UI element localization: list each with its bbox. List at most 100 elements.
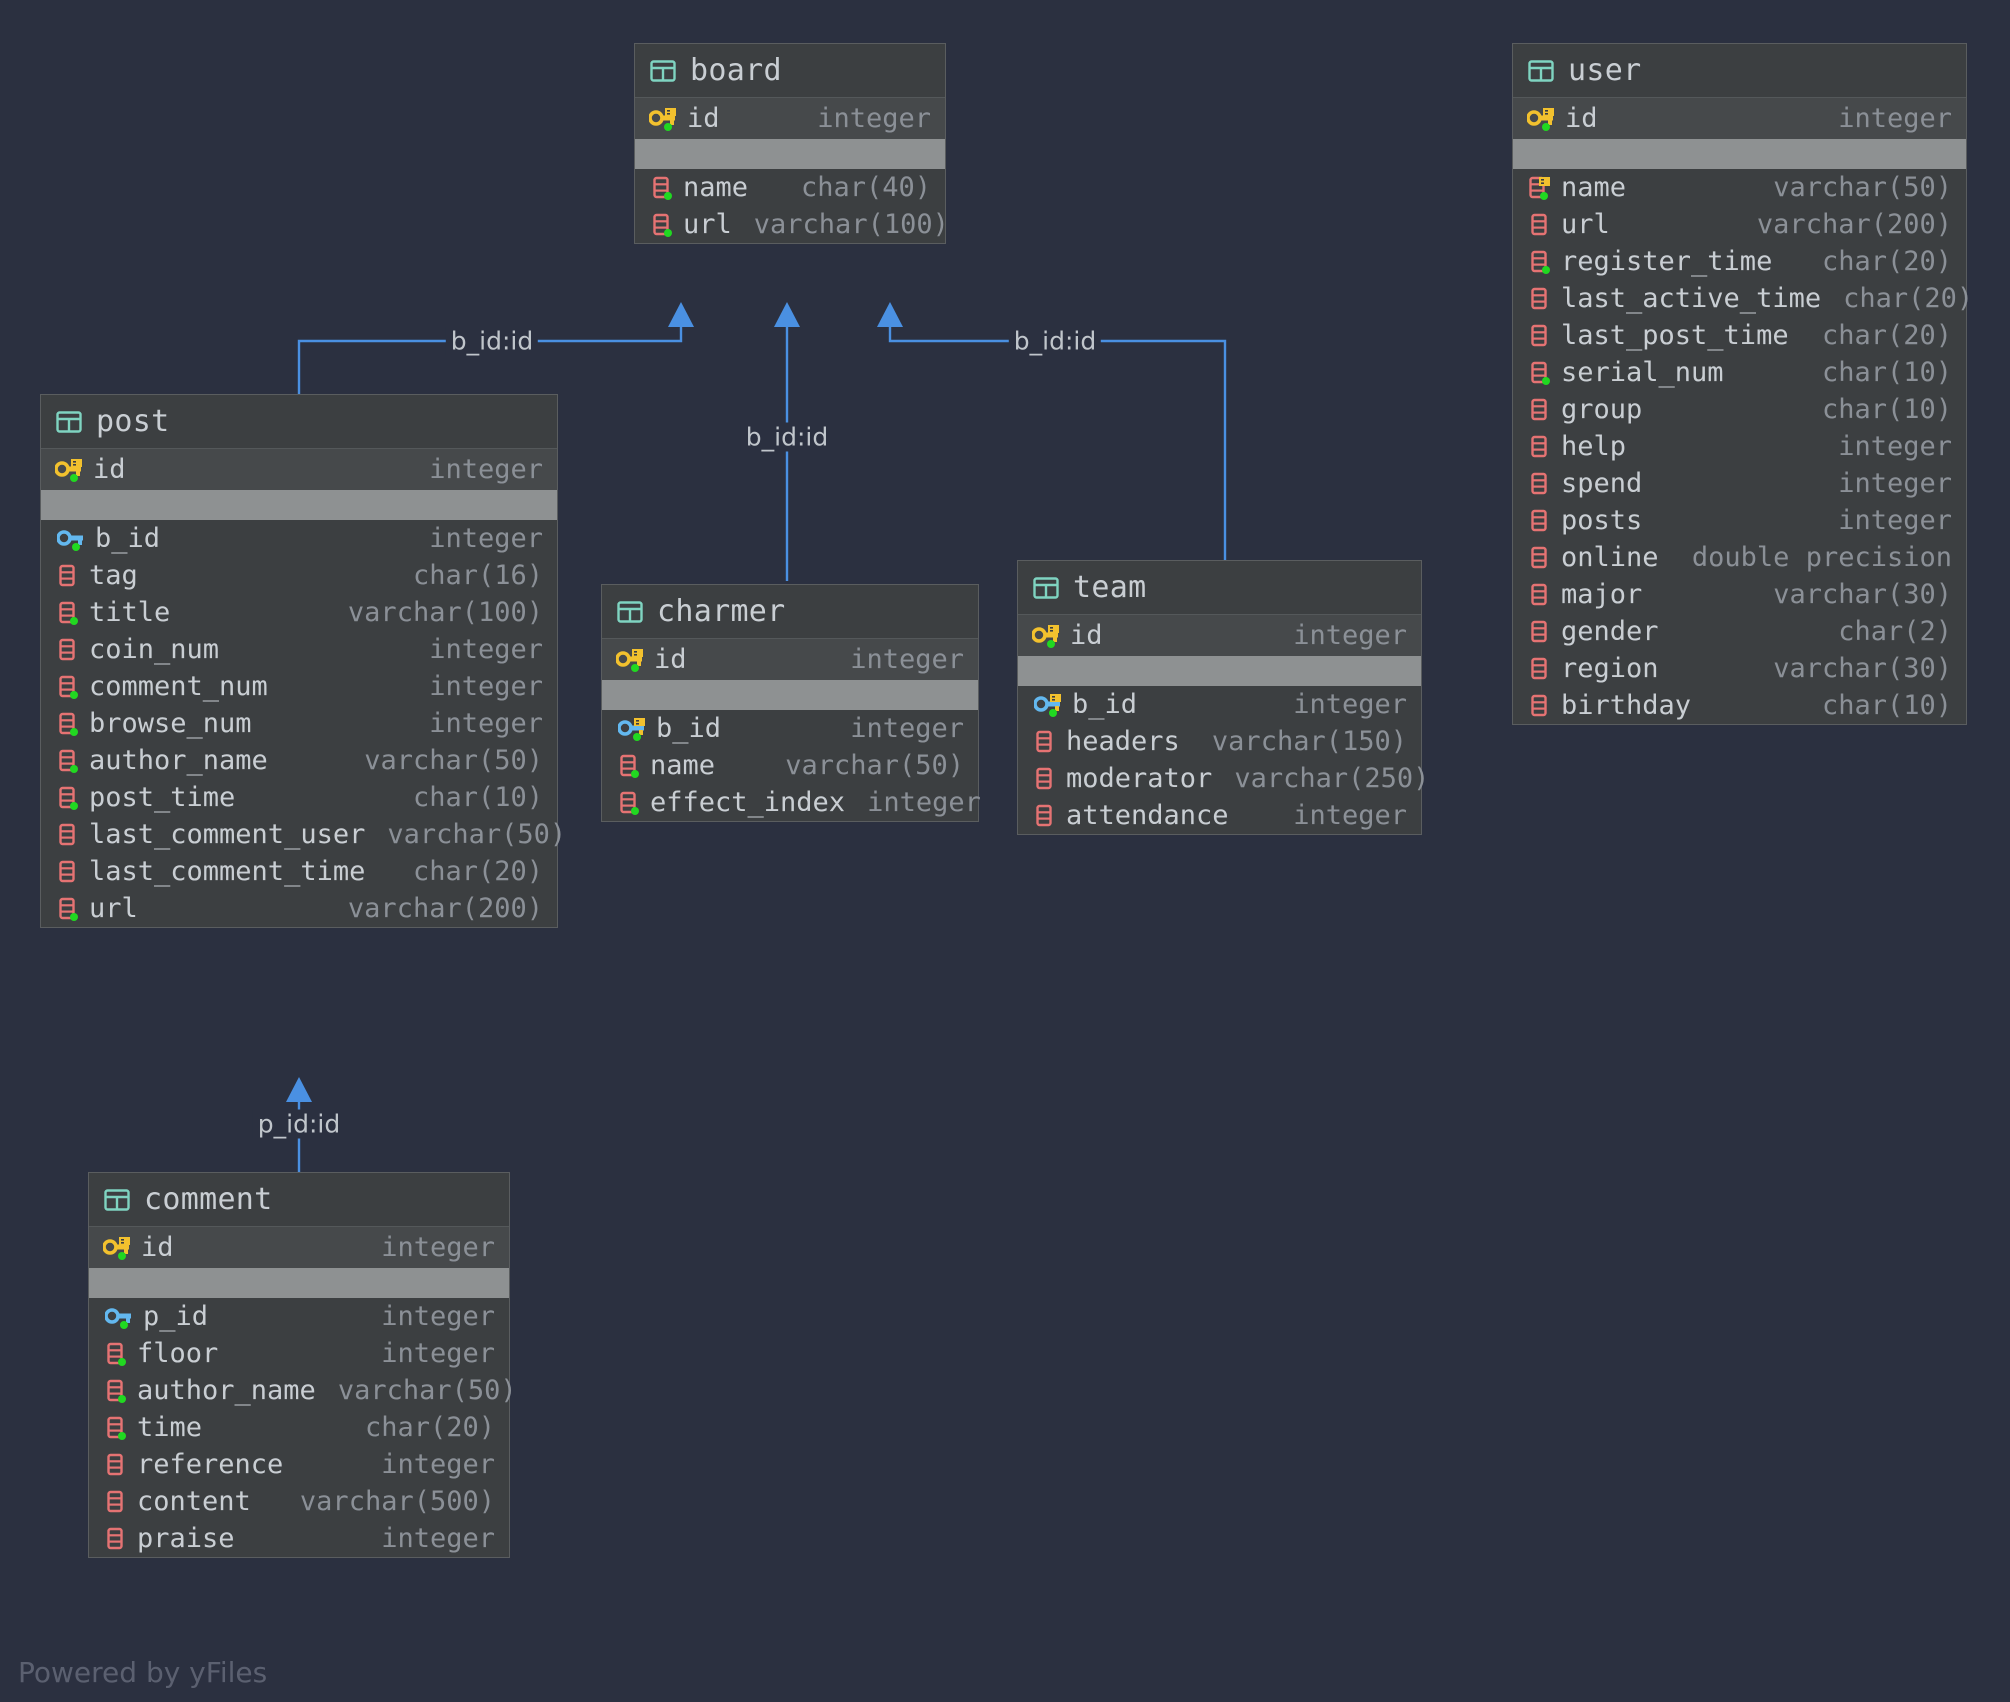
field-row-board-name[interactable]: name char(40) <box>635 169 945 206</box>
field-name: id <box>141 1232 174 1263</box>
field-row-user-last-active-time[interactable]: last_active_time char(20) <box>1513 280 1973 317</box>
field-type: integer <box>1838 505 1952 536</box>
field-row-user-register-time[interactable]: register_time char(20) <box>1513 243 1966 280</box>
column-icon <box>57 822 81 848</box>
table-header-comment[interactable]: comment <box>89 1173 509 1227</box>
field-row-post-title[interactable]: title varchar(100) <box>41 594 557 631</box>
field-row-comment-content[interactable]: content varchar(500) <box>89 1483 509 1520</box>
table-node-team[interactable]: team id integer b_id integer headers var… <box>1017 560 1429 835</box>
field-row-comment-p-id[interactable]: p_id integer <box>89 1298 509 1335</box>
field-row-user-online[interactable]: online double precision <box>1513 539 1966 576</box>
primary-key-icon <box>103 1235 133 1261</box>
field-row-user-group[interactable]: group char(10) <box>1513 391 1966 428</box>
field-type: integer <box>817 103 931 134</box>
field-row-user-region[interactable]: region varchar(30) <box>1513 650 1966 687</box>
er-diagram-canvas[interactable]: b_id:id b_id:id b_id:id p_id:id board id… <box>0 0 2010 1702</box>
field-name: b_id <box>95 523 161 554</box>
field-row-comment-reference[interactable]: reference integer <box>89 1446 509 1483</box>
field-name: group <box>1561 394 1643 425</box>
column-icon <box>105 1378 129 1404</box>
pk-row-post-id[interactable]: id integer <box>41 449 557 490</box>
field-row-team-headers[interactable]: headers varchar(150) <box>1018 723 1421 760</box>
primary-key-icon <box>55 457 85 483</box>
column-icon <box>1529 471 1553 497</box>
field-row-post-last-comment-user[interactable]: last_comment_user varchar(50) <box>41 816 566 853</box>
field-row-comment-praise[interactable]: praise integer <box>89 1520 509 1557</box>
field-row-user-url[interactable]: url varchar(200) <box>1513 206 1966 243</box>
field-name: name <box>683 172 749 203</box>
column-icon <box>57 600 81 626</box>
field-row-post-tag[interactable]: tag char(16) <box>41 557 557 594</box>
table-header-board[interactable]: board <box>635 44 945 98</box>
table-icon <box>1032 574 1060 602</box>
pk-row-charmer-id[interactable]: id integer <box>602 639 978 680</box>
field-row-user-spend[interactable]: spend integer <box>1513 465 1966 502</box>
field-row-comment-author-name[interactable]: author_name varchar(50) <box>89 1372 517 1409</box>
field-name: id <box>654 644 687 675</box>
field-row-user-gender[interactable]: gender char(2) <box>1513 613 1966 650</box>
pk-row-team-id[interactable]: id integer <box>1018 615 1421 656</box>
field-row-user-serial-num[interactable]: serial_num char(10) <box>1513 354 1966 391</box>
pk-row-user-id[interactable]: id integer <box>1513 98 1966 139</box>
table-node-comment[interactable]: comment id integer p_id integer floor in… <box>88 1172 517 1558</box>
table-header-charmer[interactable]: charmer <box>602 585 978 639</box>
field-type: char(2) <box>1838 616 1952 647</box>
field-row-post-coin-num[interactable]: coin_num integer <box>41 631 557 668</box>
table-header-team[interactable]: team <box>1018 561 1421 615</box>
field-row-team-b-id[interactable]: b_id integer <box>1018 686 1421 723</box>
field-type: char(16) <box>412 560 543 591</box>
field-row-charmer-name[interactable]: name varchar(50) <box>602 747 978 784</box>
table-header-user[interactable]: user <box>1513 44 1966 98</box>
field-name: gender <box>1561 616 1659 647</box>
field-type: integer <box>381 1449 495 1480</box>
field-type: char(10) <box>1821 357 1952 388</box>
field-row-post-comment-num[interactable]: comment_num integer <box>41 668 557 705</box>
field-name: last_comment_time <box>89 856 366 887</box>
table-icon <box>616 598 644 626</box>
field-row-user-help[interactable]: help integer <box>1513 428 1966 465</box>
field-row-comment-floor[interactable]: floor integer <box>89 1335 509 1372</box>
table-header-post[interactable]: post <box>41 395 557 449</box>
field-type: varchar(100) <box>753 209 949 240</box>
field-type: integer <box>850 644 964 675</box>
foreign-key-index-icon <box>1034 692 1064 718</box>
field-name: floor <box>137 1338 219 1369</box>
field-row-user-last-post-time[interactable]: last_post_time char(20) <box>1513 317 1966 354</box>
field-row-post-last-comment-time[interactable]: last_comment_time char(20) <box>41 853 557 890</box>
field-row-user-posts[interactable]: posts integer <box>1513 502 1966 539</box>
field-row-comment-time[interactable]: time char(20) <box>89 1409 509 1446</box>
foreign-key-icon <box>57 526 87 552</box>
field-row-post-author-name[interactable]: author_name varchar(50) <box>41 742 557 779</box>
pk-row-comment-id[interactable]: id integer <box>89 1227 509 1268</box>
field-row-charmer-effect-index[interactable]: effect_index integer <box>602 784 981 821</box>
field-row-team-attendance[interactable]: attendance integer <box>1018 797 1421 834</box>
field-name: online <box>1561 542 1659 573</box>
field-row-board-url[interactable]: url varchar(100) <box>635 206 949 243</box>
table-node-charmer[interactable]: charmer id integer b_id integer name var… <box>601 584 981 822</box>
table-node-board[interactable]: board id integer name char(40) url varch… <box>634 43 949 244</box>
field-type: integer <box>1293 800 1407 831</box>
field-row-user-major[interactable]: major varchar(30) <box>1513 576 1966 613</box>
column-icon <box>618 753 642 779</box>
field-row-post-browse-num[interactable]: browse_num integer <box>41 705 557 742</box>
column-icon <box>57 711 81 737</box>
table-node-user[interactable]: user id integer name varchar(50) url var… <box>1512 43 1973 725</box>
field-row-post-post-time[interactable]: post_time char(10) <box>41 779 557 816</box>
column-icon <box>57 748 81 774</box>
edge-label-post-board: b_id:id <box>445 326 539 356</box>
field-name: comment_num <box>89 671 268 702</box>
section-divider <box>1018 656 1421 686</box>
field-row-team-moderator[interactable]: moderator varchar(250) <box>1018 760 1429 797</box>
pk-row-board-id[interactable]: id integer <box>635 98 945 139</box>
field-row-charmer-b-id[interactable]: b_id integer <box>602 710 978 747</box>
field-row-user-name[interactable]: name varchar(50) <box>1513 169 1966 206</box>
table-title: post <box>96 404 170 439</box>
table-node-post[interactable]: post id integer b_id integer tag char(16… <box>40 394 566 928</box>
field-type: char(10) <box>1821 394 1952 425</box>
field-type: integer <box>381 1523 495 1554</box>
field-name: effect_index <box>650 787 846 818</box>
field-row-user-birthday[interactable]: birthday char(10) <box>1513 687 1966 724</box>
field-row-post-b-id[interactable]: b_id integer <box>41 520 557 557</box>
field-name: author_name <box>89 745 268 776</box>
field-row-post-url[interactable]: url varchar(200) <box>41 890 557 927</box>
